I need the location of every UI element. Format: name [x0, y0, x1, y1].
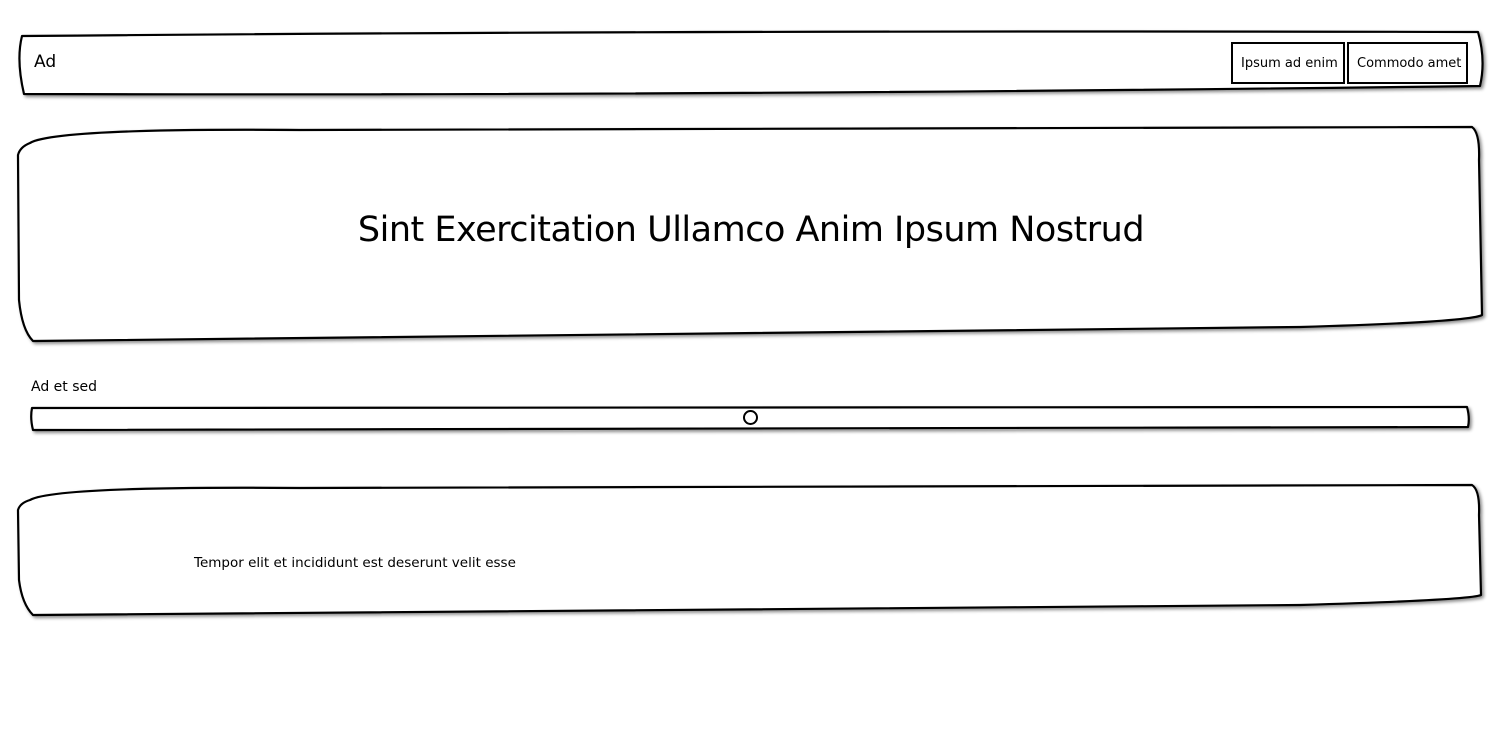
ipsum-ad-enim-button[interactable]: Ipsum ad enim: [1231, 42, 1345, 84]
hero-title: Sint Exercitation Ullamco Anim Ipsum Nos…: [357, 210, 1145, 250]
card-text: Tempor elit et incididunt est deserunt v…: [194, 555, 516, 571]
hero-banner: Sint Exercitation Ullamco Anim Ipsum Nos…: [18, 128, 1484, 342]
slider-track[interactable]: [31, 407, 1469, 429]
slider-label: Ad et sed: [31, 379, 98, 395]
brand-label[interactable]: Ad: [34, 52, 56, 72]
navbar-buttons: Ipsum ad enim Commodo amet: [1231, 42, 1468, 84]
sketch-outlines: [16, 30, 1484, 617]
slider-thumb[interactable]: [743, 410, 758, 425]
navbar: Ad Ipsum ad enim Commodo amet: [18, 33, 1484, 95]
content-card: Tempor elit et incididunt est deserunt v…: [18, 486, 1484, 616]
commodo-amet-button[interactable]: Commodo amet: [1347, 42, 1468, 84]
